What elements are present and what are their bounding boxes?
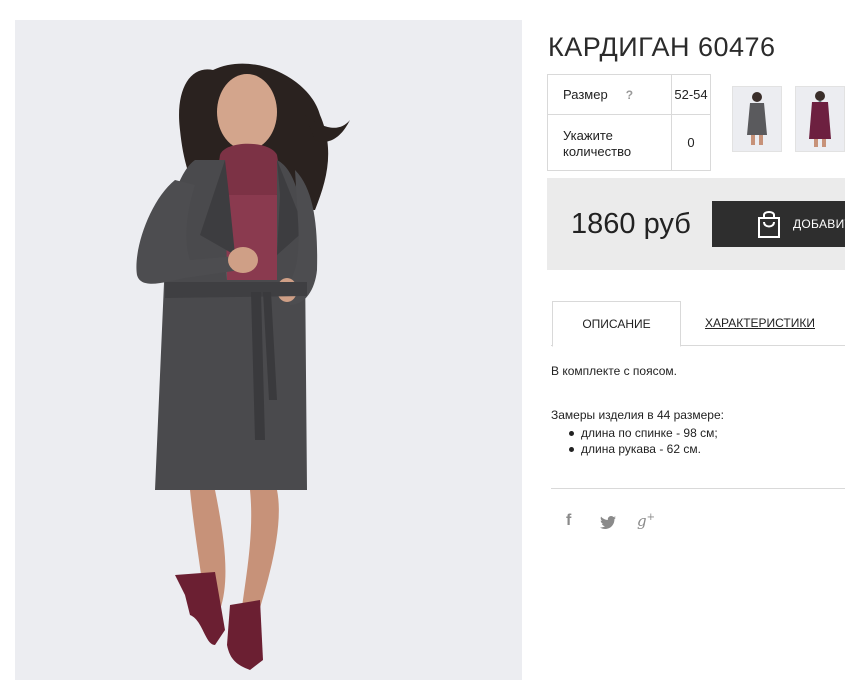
measurements-list: длина по спинке - 98 см; длина рукава - … xyxy=(551,425,724,457)
size-select[interactable]: 52-54 xyxy=(671,74,711,115)
quantity-row: Укажите количество 0 xyxy=(547,114,711,171)
facebook-icon[interactable]: f xyxy=(566,512,571,532)
twitter-icon[interactable] xyxy=(600,515,616,535)
thumbnail-grey-image xyxy=(733,87,781,151)
google-plus-g: g xyxy=(637,512,647,530)
description-line1: В комплекте с поясом. xyxy=(551,364,677,378)
size-help-icon[interactable]: ? xyxy=(626,88,633,102)
google-plus-sup: + xyxy=(646,512,655,523)
price-box: 1860 руб ДОБАВИТЬ В КОРЗИНУ xyxy=(547,178,845,270)
size-label-cell: Размер? xyxy=(547,74,672,115)
add-to-cart-button[interactable]: ДОБАВИТЬ В КОРЗИНУ xyxy=(712,201,845,247)
thumbnail-grey[interactable] xyxy=(732,86,782,152)
product-title: КАРДИГАН 60476 xyxy=(548,32,776,63)
divider xyxy=(551,488,845,489)
quantity-label-line1: Укажите xyxy=(563,127,613,143)
size-label: Размер xyxy=(563,87,608,102)
google-plus-icon[interactable]: g+ xyxy=(637,512,655,532)
size-row: Размер? 52-54 xyxy=(547,74,711,115)
description-line2: Замеры изделия в 44 размере: xyxy=(551,408,724,422)
tab-characteristics[interactable]: ХАРАКТЕРИСТИКИ xyxy=(700,301,820,345)
tab-description[interactable]: ОПИСАНИЕ xyxy=(552,301,681,347)
product-photo[interactable] xyxy=(15,20,522,680)
quantity-input[interactable]: 0 xyxy=(671,114,711,171)
quantity-label-line2: количество xyxy=(563,143,632,159)
quantity-label-cell: Укажите количество xyxy=(547,114,672,171)
add-to-cart-label: ДОБАВИТЬ В КОРЗИНУ xyxy=(793,217,845,231)
options-table: Размер? 52-54 Укажите количество 0 xyxy=(547,74,711,171)
list-item: длина рукава - 62 см. xyxy=(569,441,724,457)
description-panel: В комплекте с поясом. Замеры изделия в 4… xyxy=(551,364,724,457)
product-photo-illustration xyxy=(15,20,522,680)
shopping-bag-icon xyxy=(756,209,782,244)
list-item: длина по спинке - 98 см; xyxy=(569,425,724,441)
thumbnail-burgundy-image xyxy=(796,87,844,151)
thumbnail-burgundy[interactable] xyxy=(795,86,845,152)
product-price: 1860 руб xyxy=(571,208,691,240)
